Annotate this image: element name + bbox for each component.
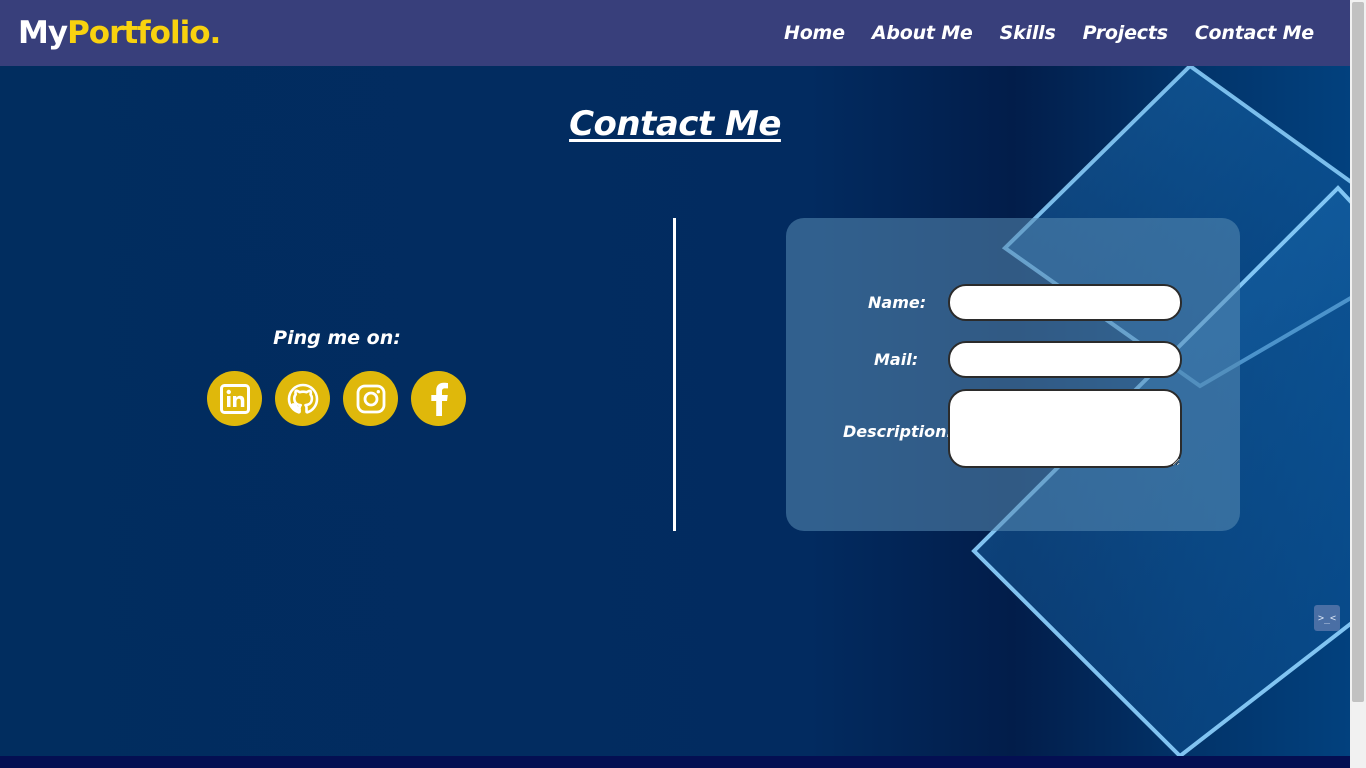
nav-projects[interactable]: Projects xyxy=(1083,22,1168,44)
description-label: Description: xyxy=(843,422,953,441)
nav-contact[interactable]: Contact Me xyxy=(1195,22,1314,44)
mail-input[interactable] xyxy=(948,341,1182,378)
brand-part-my: My xyxy=(18,15,68,51)
linkedin-icon xyxy=(219,383,250,414)
description-textarea[interactable] xyxy=(948,389,1182,468)
facebook-button[interactable] xyxy=(411,371,466,426)
navbar: MyPortfolio. Home About Me Skills Projec… xyxy=(0,0,1350,66)
floating-widget-button[interactable]: >_< xyxy=(1314,605,1340,631)
nav-home[interactable]: Home xyxy=(784,22,845,44)
page-title: Contact Me xyxy=(569,104,781,144)
ping-me-label: Ping me on: xyxy=(273,327,401,349)
nav-about[interactable]: About Me xyxy=(872,22,973,44)
nav-skills[interactable]: Skills xyxy=(1000,22,1056,44)
name-label: Name: xyxy=(868,293,927,312)
github-button[interactable] xyxy=(275,371,330,426)
instagram-icon xyxy=(356,384,385,413)
brand-part-portfolio: Portfolio. xyxy=(67,15,221,51)
nav-links: Home About Me Skills Projects Contact Me xyxy=(784,22,1332,44)
mail-label: Mail: xyxy=(874,350,919,369)
social-links xyxy=(207,371,466,426)
brand-logo[interactable]: MyPortfolio. xyxy=(18,15,221,51)
facebook-icon xyxy=(430,382,448,416)
footer-strip xyxy=(0,756,1350,768)
github-icon xyxy=(287,383,318,414)
scrollbar-thumb[interactable] xyxy=(1352,2,1364,702)
name-input[interactable] xyxy=(948,284,1182,321)
vertical-divider xyxy=(673,218,676,531)
contact-form-card: Name: Mail: Description: xyxy=(786,218,1240,531)
instagram-button[interactable] xyxy=(343,371,398,426)
linkedin-button[interactable] xyxy=(207,371,262,426)
